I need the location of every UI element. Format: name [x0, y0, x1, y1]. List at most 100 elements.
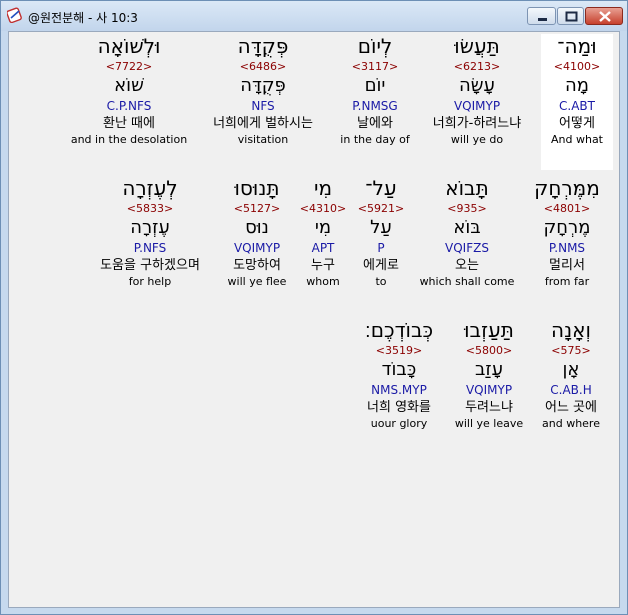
word-block[interactable]: מִי <4310> מִי APT 누구 whom — [297, 176, 349, 288]
parse-code: NMS.MYP — [371, 383, 427, 397]
parse-code: VQIFZS — [445, 241, 489, 255]
korean-gloss: 어떻게 — [559, 116, 595, 131]
word-block[interactable]: וּלְשׁוֹאָה <7722> שׁוֹא C.P.NFS 환난 때에 a… — [63, 34, 195, 146]
lemma: עָשָׂה — [459, 75, 495, 96]
hebrew-word: וּמַה־ — [557, 34, 597, 58]
strong-number: <7722> — [105, 60, 153, 73]
korean-gloss: 멀리서 — [549, 258, 585, 273]
korean-gloss: 에게로 — [363, 258, 399, 273]
hebrew-word: פְּקֻדָּה — [237, 34, 289, 58]
strong-number: <575> — [551, 344, 591, 357]
hebrew-word: וְאָנָה — [551, 318, 591, 342]
lemma: מֶרְחָק — [543, 217, 591, 238]
window-title: @원전분해 - 사 10:3 — [28, 11, 138, 25]
lemma: יוֹם — [364, 75, 386, 96]
lemma: מָה — [565, 75, 589, 96]
parse-code: VQIMYP — [233, 241, 281, 255]
strong-number: <6486> — [239, 60, 287, 73]
korean-gloss: 어느 곳에 — [545, 400, 597, 415]
word-block[interactable]: לְיוֹם <3117> יוֹם P.NMSG 날에와 in the day… — [333, 34, 417, 146]
app-icon — [7, 7, 22, 23]
hebrew-word: מִי — [313, 176, 333, 200]
parse-code: APT — [311, 241, 335, 255]
korean-gloss: 도망하여 — [233, 258, 281, 273]
lemma: נוּס — [245, 217, 269, 238]
english-gloss: will ye flee — [227, 275, 287, 288]
strong-number: <935> — [447, 202, 487, 215]
word-block[interactable]: תָּנוּסוּ <5127> נוּס VQIMYP 도망하여 will y… — [217, 176, 297, 288]
word-block[interactable]: פְּקֻדָּה <6486> פְּקֻדָּה NFS 너희에게 벌하시는… — [197, 34, 329, 146]
lemma: פְּקֻדָּה — [240, 75, 286, 96]
strong-number: <3117> — [351, 60, 399, 73]
lemma: עָזַב — [474, 359, 504, 380]
word-block[interactable]: תַּעַזְבוּ <5800> עָזַב VQIMYP 두려느냐 will… — [449, 318, 529, 430]
english-gloss: and in the desolation — [70, 133, 188, 146]
korean-gloss: 너희에게 벌하시는 — [213, 116, 313, 131]
korean-gloss: 누구 — [311, 258, 335, 273]
english-gloss: whom — [306, 275, 340, 288]
strong-number: <4801> — [543, 202, 591, 215]
lemma: בּוֹא — [453, 217, 481, 238]
english-gloss: visitation — [237, 133, 289, 146]
close-button[interactable] — [585, 7, 623, 25]
english-gloss: to — [375, 275, 387, 288]
english-gloss: will ye leave — [454, 417, 524, 430]
minimize-button[interactable] — [527, 7, 556, 25]
maximize-icon — [565, 11, 578, 22]
close-icon — [599, 11, 611, 22]
word-block[interactable]: לְעֶזְרָה <5833> עֶזְרָה P.NFS 도움을 구하겠으며… — [85, 176, 215, 288]
hebrew-word: לְעֶזְרָה — [122, 176, 178, 200]
maximize-button[interactable] — [557, 7, 584, 25]
hebrew-word: עַל־ — [365, 176, 397, 200]
word-block[interactable]: תַּעֲשׂוּ <6213> עָשָׂה VQIMYP 너희가-하려느냐 … — [422, 34, 532, 146]
parse-code: NFS — [251, 99, 275, 113]
hebrew-word: תַּעַזְבוּ — [464, 318, 514, 342]
app-window: @원전분해 - 사 10:3 וּמַה־ <4100> מָה C.ABT 어… — [0, 0, 628, 615]
korean-gloss: 너희가-하려느냐 — [432, 116, 522, 131]
hebrew-word: תַּעֲשׂוּ — [454, 34, 500, 58]
hebrew-word: וּלְשׁוֹאָה — [97, 34, 161, 58]
english-gloss: And what — [551, 133, 603, 146]
title-bar[interactable]: @원전분해 - 사 10:3 — [1, 1, 627, 31]
english-gloss: and where — [542, 417, 600, 430]
lemma: עַל — [370, 217, 392, 238]
word-block[interactable]: וְאָנָה <575> אָן C.AB.H 어느 곳에 and where — [529, 318, 613, 430]
interlinear-panel: וּמַה־ <4100> מָה C.ABT 어떻게 And what תַּ… — [8, 31, 620, 608]
lemma: כָּבוֹד — [381, 359, 417, 380]
strong-number: <5127> — [233, 202, 281, 215]
english-gloss: which shall come — [419, 275, 515, 288]
minimize-icon — [538, 18, 547, 21]
word-block[interactable]: עַל־ <5921> עַל P 에게로 to — [349, 176, 413, 288]
english-gloss: for help — [128, 275, 172, 288]
lemma: אָן — [562, 359, 580, 380]
strong-number: <3519> — [375, 344, 423, 357]
word-block[interactable]: כְּבוֹדְכֶם׃ <3519> כָּבוֹד NMS.MYP 너희 영… — [349, 318, 449, 430]
parse-code: C.ABT — [559, 99, 595, 113]
lemma: עֶזְרָה — [130, 217, 170, 238]
hebrew-word: לְיוֹם — [357, 34, 393, 58]
hebrew-word: תָּבוֹא — [445, 176, 489, 200]
word-block[interactable]: מִמֶּרְחָק <4801> מֶרְחָק P.NMS 멀리서 from… — [521, 176, 613, 288]
korean-gloss: 날에와 — [357, 116, 393, 131]
hebrew-word: כְּבוֹדְכֶם׃ — [364, 318, 434, 342]
word-block[interactable]: וּמַה־ <4100> מָה C.ABT 어떻게 And what — [541, 34, 613, 170]
english-gloss: will ye do — [450, 133, 504, 146]
strong-number: <4310> — [299, 202, 347, 215]
strong-number: <5833> — [126, 202, 174, 215]
parse-code: C.P.NFS — [106, 99, 152, 113]
strong-number: <5921> — [357, 202, 405, 215]
korean-gloss: 환난 때에 — [103, 116, 155, 131]
hebrew-word: תָּנוּסוּ — [234, 176, 280, 200]
hebrew-word: מִמֶּרְחָק — [534, 176, 600, 200]
english-gloss: from far — [544, 275, 590, 288]
korean-gloss: 두려느냐 — [465, 400, 513, 415]
parse-code: VQIMYP — [465, 383, 513, 397]
korean-gloss: 도움을 구하겠으며 — [100, 258, 200, 273]
english-gloss: in the day of — [340, 133, 410, 146]
parse-code: P.NMS — [548, 241, 586, 255]
parse-code: P.NMSG — [352, 99, 398, 113]
parse-code: P.NFS — [133, 241, 167, 255]
parse-code: C.AB.H — [550, 383, 592, 397]
word-block[interactable]: תָּבוֹא <935> בּוֹא VQIFZS 오는 which shal… — [413, 176, 521, 288]
english-gloss: uour glory — [370, 417, 428, 430]
